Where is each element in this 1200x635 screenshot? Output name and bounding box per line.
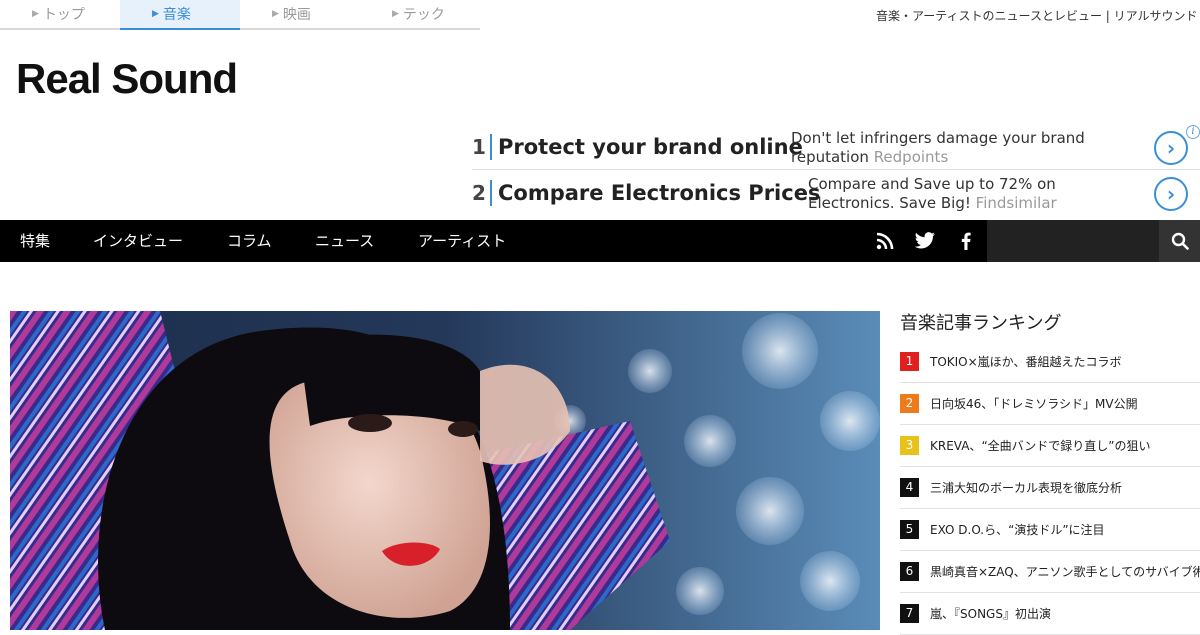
site-tabs: ▶ トップ ▶ 音楽 ▶ 映画 ▶ テック [0, 0, 480, 30]
nav-item-artist[interactable]: アーティスト [418, 220, 506, 262]
rank-badge: 4 [900, 478, 919, 497]
ranking-item[interactable]: 5 EXO D.O.ら、“演技ドル”に注目 [900, 509, 1200, 551]
rank-badge: 5 [900, 520, 919, 539]
site-logo[interactable]: Real Sound [16, 55, 238, 103]
chevron-right-icon[interactable]: › [1154, 177, 1188, 211]
featured-article-image[interactable] [10, 311, 880, 630]
tab-music[interactable]: ▶ 音楽 [120, 0, 240, 30]
ranking-item-text: 三浦大知のボーカル表現を徹底分析 [930, 481, 1123, 495]
search-button[interactable] [1159, 220, 1200, 262]
ranking-item[interactable]: 2 日向坂46、「ドレミソラシド」MV公開 [900, 383, 1200, 425]
triangle-right-icon: ▶ [152, 9, 159, 19]
ranking-item-text: KREVA、“全曲バンドで録り直し”の狙い [930, 439, 1151, 453]
ranking-item-text: EXO D.O.ら、“演技ドル”に注目 [930, 523, 1105, 537]
tab-label: トップ [42, 7, 85, 23]
ad-item[interactable]: 2 Compare Electronics Prices Compare and… [472, 170, 1200, 216]
twitter-icon[interactable] [910, 220, 940, 262]
rank-badge: 7 [900, 604, 919, 623]
ad-description: Don't let infringers damage your brand r… [791, 129, 1131, 167]
rank-badge: 6 [900, 562, 919, 581]
ad-divider [490, 133, 492, 160]
ad-divider [490, 180, 492, 206]
ranking-list: 1 TOKIO×嵐ほか、番組越えたコラボ 2 日向坂46、「ドレミソラシド」MV公開… [900, 341, 1200, 635]
site-tagline: 音楽・アーティストのニュースとレビュー | リアルサウンド [876, 9, 1198, 23]
rank-badge: 1 [900, 352, 919, 371]
nav-item-column[interactable]: コラム [227, 220, 272, 262]
ad-title[interactable]: Compare Electronics Prices [498, 181, 820, 205]
ad-description: Compare and Save up to 72% on Electronic… [808, 175, 1138, 213]
ad-source: Redpoints [873, 148, 949, 166]
rank-badge: 3 [900, 436, 919, 455]
search-icon [1171, 232, 1189, 250]
nav-item-features[interactable]: 特集 [20, 220, 50, 262]
ad-number: 2 [472, 181, 486, 205]
main-nav: 特集 インタビュー コラム ニュース アーティスト [0, 220, 1200, 262]
rank-badge: 2 [900, 394, 919, 413]
ranking-item[interactable]: 3 KREVA、“全曲バンドで録り直し”の狙い [900, 425, 1200, 467]
tab-label: 映画 [282, 7, 311, 23]
ad-number: 1 [472, 134, 486, 159]
ranking-title: 音楽記事ランキング [900, 313, 1062, 334]
rss-icon[interactable] [870, 220, 900, 262]
tab-label: 音楽 [162, 7, 191, 23]
nav-item-interview[interactable]: インタビュー [93, 220, 183, 262]
tab-movie[interactable]: ▶ 映画 [240, 0, 360, 28]
ranking-item[interactable]: 1 TOKIO×嵐ほか、番組越えたコラボ [900, 341, 1200, 383]
tab-label: テック [402, 7, 445, 23]
ranking-item[interactable]: 7 嵐、『SONGS』初出演 [900, 593, 1200, 635]
tab-tech[interactable]: ▶ テック [360, 0, 480, 28]
ranking-item-text: 黒崎真音×ZAQ、アニソン歌手としてのサバイブ術 [930, 565, 1200, 579]
triangle-right-icon: ▶ [392, 9, 399, 19]
search-input[interactable] [987, 220, 1159, 262]
ranking-item[interactable]: 4 三浦大知のボーカル表現を徹底分析 [900, 467, 1200, 509]
nav-item-news[interactable]: ニュース [315, 220, 374, 262]
triangle-right-icon: ▶ [272, 9, 279, 19]
ranking-item-text: TOKIO×嵐ほか、番組越えたコラボ [930, 355, 1122, 369]
chevron-right-icon[interactable]: › [1154, 131, 1188, 165]
ranking-item-text: 日向坂46、「ドレミソラシド」MV公開 [930, 397, 1138, 411]
ad-title[interactable]: Protect your brand online [498, 135, 803, 159]
triangle-right-icon: ▶ [32, 9, 39, 19]
ad-item[interactable]: 1 Protect your brand online Don't let in… [472, 124, 1200, 170]
tab-top[interactable]: ▶ トップ [0, 0, 120, 28]
ranking-item[interactable]: 6 黒崎真音×ZAQ、アニソン歌手としてのサバイブ術 [900, 551, 1200, 593]
facebook-icon[interactable] [951, 220, 981, 262]
ad-source: Findsimilar [975, 194, 1057, 212]
ranking-item-text: 嵐、『SONGS』初出演 [930, 607, 1051, 621]
